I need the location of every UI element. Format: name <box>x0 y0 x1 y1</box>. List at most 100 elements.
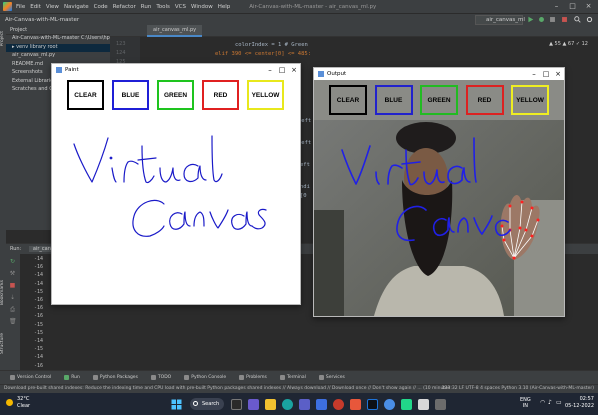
console-line: -15 <box>34 346 44 353</box>
tool-tab-version-control[interactable]: Version Control <box>10 375 51 380</box>
language-indicator[interactable]: ENG IN <box>520 397 531 409</box>
tool-tab-terminal[interactable]: Terminal <box>279 375 306 380</box>
volume-icon[interactable]: ♪ <box>548 399 552 406</box>
brave-icon[interactable] <box>350 399 361 410</box>
maximize-icon[interactable]: □ <box>541 69 551 79</box>
close-icon[interactable]: × <box>553 69 563 79</box>
close-icon[interactable]: × <box>289 65 299 75</box>
wrench-icon[interactable]: ⚒ <box>9 270 16 277</box>
chat-icon[interactable] <box>248 399 259 410</box>
tool-tab-run[interactable]: Run <box>64 375 80 380</box>
pycharm-taskbar-icon[interactable] <box>401 399 412 410</box>
clock-time: 02:57 <box>579 396 594 402</box>
blue-button[interactable]: BLUE <box>374 85 413 115</box>
menu-code[interactable]: Code <box>94 4 108 10</box>
webcam-feed <box>314 80 564 316</box>
tool-tab-problems[interactable]: Problems <box>239 375 267 380</box>
debug-icon[interactable] <box>538 16 545 23</box>
run-icon[interactable] <box>527 16 534 23</box>
run-configuration-select[interactable]: air_canvas_ml <box>475 15 525 25</box>
console-line: -14 <box>34 256 44 262</box>
inspection-widget[interactable]: ▲ 55 ▲ 67 ✓ 12 <box>549 41 588 47</box>
status-message[interactable]: Download pre-built shared indexes: Reduc… <box>4 386 450 391</box>
wifi-icon[interactable]: ◠ <box>540 399 545 406</box>
menu-help[interactable]: Help <box>218 4 231 10</box>
delete-icon[interactable]: 🗑 <box>9 318 17 325</box>
search-everywhere-icon[interactable] <box>574 16 581 23</box>
stop-icon[interactable] <box>561 16 568 23</box>
virtual-canvas-drawing <box>73 135 267 237</box>
red-button[interactable]: RED <box>465 85 504 115</box>
menu-run[interactable]: Run <box>141 4 152 10</box>
menu-edit[interactable]: Edit <box>30 4 41 10</box>
rerun-icon[interactable]: ↻ <box>9 258 16 265</box>
tool-tab-label: Version Control <box>17 375 52 380</box>
terminal-icon <box>279 375 285 380</box>
minimize-icon[interactable]: – <box>529 69 539 79</box>
clock[interactable]: 02:57 05-12-2022 <box>565 396 594 410</box>
vscode-icon[interactable] <box>367 399 378 410</box>
menu-navigate[interactable]: Navigate <box>64 4 89 10</box>
menu-refactor[interactable]: Refactor <box>113 4 136 10</box>
status-bar: Download pre-built shared indexes: Reduc… <box>0 384 598 393</box>
menu-file[interactable]: File <box>16 4 25 10</box>
scroll-end-icon[interactable]: ⇣ <box>9 294 16 301</box>
project-tree-item[interactable]: ▸ venv library root <box>6 43 110 52</box>
edge-icon[interactable] <box>282 399 293 410</box>
breadcrumb[interactable]: Air-Canvas-with-ML-master <box>5 17 79 23</box>
store-icon[interactable] <box>316 399 327 410</box>
bottom-tool-tabs: Version Control Run Python Packages TODO… <box>0 370 598 384</box>
code-fragment: ndi <box>300 184 310 190</box>
color-button-label: RED <box>477 96 492 104</box>
file-explorer-icon[interactable] <box>265 399 276 410</box>
battery-icon[interactable]: ▭ <box>556 399 562 406</box>
tool-tab-label: Python Console <box>191 375 227 380</box>
problems-icon <box>239 375 245 380</box>
output-app-icon[interactable] <box>435 399 446 410</box>
green-button[interactable]: GREEN <box>420 85 458 115</box>
tool-tab-python-packages[interactable]: Python Packages <box>92 375 138 380</box>
coverage-icon[interactable] <box>549 16 556 23</box>
version-control-icon <box>10 375 15 380</box>
close-icon[interactable]: × <box>584 2 593 11</box>
project-tree-item[interactable]: Air-Canvas-with-ML-master C:\Users\hpsvi… <box>6 35 110 44</box>
maximize-icon[interactable]: □ <box>568 2 577 11</box>
tool-tab-python-console[interactable]: Python Console <box>184 375 226 380</box>
settings-gear-icon[interactable] <box>586 16 593 23</box>
clear-button[interactable]: CLEAR <box>329 85 367 115</box>
minimize-icon[interactable]: – <box>552 2 561 11</box>
output-window[interactable]: Output – □ × CLEAR BLUE GREEN RED YELLOW <box>313 67 565 317</box>
yellow-button[interactable]: YELLOW <box>511 85 549 115</box>
start-windows-icon[interactable] <box>171 399 182 410</box>
tab-air-canvas-ml[interactable]: air_canvas_ml.py <box>147 25 203 37</box>
print-icon[interactable]: ⎙ <box>9 306 16 313</box>
paint-title-bar[interactable]: Paint – □ × <box>52 64 300 76</box>
stop-icon[interactable]: ■ <box>9 282 16 289</box>
paint-app-icon[interactable] <box>418 399 429 410</box>
tool-tab-services[interactable]: Services <box>318 375 345 380</box>
code-fragment: eft <box>300 162 310 168</box>
clock-date: 05-12-2022 <box>564 403 594 409</box>
taskbar-search[interactable]: Search <box>190 398 224 410</box>
python-console-icon <box>184 375 190 380</box>
menu-vcs[interactable]: VCS <box>175 4 186 10</box>
color-button-label: BLUE <box>384 96 403 104</box>
menu-window[interactable]: Window <box>191 4 213 10</box>
output-title-bar[interactable]: Output – □ × <box>314 68 564 80</box>
maximize-icon[interactable]: □ <box>277 65 287 75</box>
task-view-icon[interactable] <box>231 399 242 410</box>
status-right-info[interactable]: 133:32 LF UTF-8 4 spaces Python 3.10 (Ai… <box>442 386 594 391</box>
paint-window[interactable]: Paint – □ × CLEAR BLUE GREEN RED YELLOW <box>51 63 301 305</box>
menu-tools[interactable]: Tools <box>156 4 170 10</box>
run-config-label: air_canvas_ml <box>486 17 525 23</box>
opera-icon[interactable] <box>333 399 344 410</box>
chrome-icon[interactable] <box>384 399 395 410</box>
menu-view[interactable]: View <box>46 4 59 10</box>
teams-icon[interactable] <box>299 399 310 410</box>
project-tree-item[interactable]: air_canvas_ml.py <box>6 52 110 61</box>
app-icon <box>56 67 62 73</box>
code-line: elif 390 <= center[0] <= 485: <box>215 51 312 57</box>
tool-tab-todo[interactable]: TODO <box>150 375 171 380</box>
tool-tab-label: Python Packages <box>99 375 138 380</box>
minimize-icon[interactable]: – <box>265 65 275 75</box>
